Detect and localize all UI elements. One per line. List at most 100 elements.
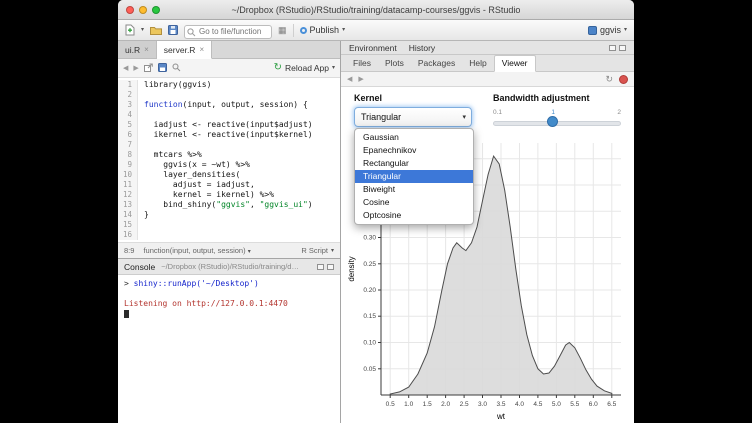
zoom-window-button[interactable]: [152, 6, 160, 14]
svg-text:4.0: 4.0: [515, 401, 524, 408]
tab-plots[interactable]: Plots: [378, 56, 411, 71]
svg-text:6.0: 6.0: [589, 401, 598, 408]
svg-text:0.05: 0.05: [363, 366, 376, 373]
console-output: > shiny::runApp('~/Desktop')Listening on…: [124, 279, 334, 309]
tab-packages[interactable]: Packages: [411, 56, 462, 71]
line-number: 6: [118, 130, 138, 140]
right-column: Environment History Files Plots Packages…: [341, 41, 634, 423]
line-number: 4: [118, 110, 138, 120]
tab-history[interactable]: History: [409, 43, 435, 53]
code-line: 9 ggvis(x = ~wt) %>%: [118, 160, 340, 170]
console-tab[interactable]: Console: [124, 262, 155, 272]
line-number: 7: [118, 140, 138, 150]
line-number: 8: [118, 150, 138, 160]
console-pane-buttons: [317, 264, 334, 270]
svg-text:density: density: [347, 256, 356, 281]
code-line: 10 layer_densities(: [118, 170, 340, 180]
minimize-pane-icon[interactable]: [317, 264, 324, 270]
reload-app-label: Reload App: [285, 63, 329, 73]
code-line: 14}: [118, 210, 340, 220]
maximize-pane-icon[interactable]: [327, 264, 334, 270]
new-file-caret-icon[interactable]: ▾: [141, 27, 144, 33]
new-file-button[interactable]: [125, 23, 135, 37]
console-working-directory: ~/Dropbox (RStudio)/RStudio/training/dat…: [161, 262, 301, 271]
console-body[interactable]: > shiny::runApp('~/Desktop')Listening on…: [118, 275, 340, 423]
traffic-lights: [126, 6, 160, 14]
viewer-back-icon[interactable]: ◀: [347, 75, 352, 83]
project-menu-button[interactable]: ggvis ▾: [588, 25, 627, 35]
dropdown-option[interactable]: Cosine: [355, 196, 473, 209]
slider-value-label: 1: [551, 109, 555, 116]
close-tab-icon[interactable]: ×: [199, 45, 204, 54]
minimize-window-button[interactable]: [139, 6, 147, 14]
source-editor-pane: ui.R × server.R × ◀ ▶: [118, 41, 340, 259]
code-line: 8 mtcars %>%: [118, 150, 340, 160]
dropdown-option[interactable]: Epanechnikov: [355, 144, 473, 157]
line-number: 2: [118, 90, 138, 100]
scope-caret-icon: ▾: [248, 249, 251, 255]
publish-caret-icon: ▾: [342, 27, 345, 33]
refresh-icon[interactable]: ↻: [605, 75, 613, 84]
close-window-button[interactable]: [126, 6, 134, 14]
publish-icon: [300, 27, 307, 34]
svg-text:2.5: 2.5: [460, 401, 469, 408]
dropdown-option[interactable]: Optcosine: [355, 209, 473, 222]
reload-caret-icon: ▾: [332, 65, 335, 71]
tab-help[interactable]: Help: [462, 56, 493, 71]
dropdown-option[interactable]: Gaussian: [355, 131, 473, 144]
kernel-select[interactable]: Triangular ▾: [354, 107, 472, 127]
console-line: Listening on http://127.0.0.1:4470: [124, 299, 334, 309]
pane-buttons: [609, 45, 626, 51]
tab-viewer[interactable]: Viewer: [494, 55, 536, 72]
line-number: 14: [118, 210, 138, 220]
minimize-pane-icon[interactable]: [609, 45, 616, 51]
folder-icon: [150, 26, 162, 35]
popout-source-button[interactable]: [144, 63, 153, 74]
console-input-line[interactable]: [124, 309, 334, 321]
bandwidth-label: Bandwidth adjustment: [493, 93, 590, 103]
save-button[interactable]: [168, 23, 178, 37]
code-editor[interactable]: 1library(ggvis)23function(input, output,…: [118, 78, 340, 242]
svg-text:2.0: 2.0: [441, 401, 450, 408]
project-label: ggvis: [600, 25, 621, 35]
code-line: 6 ikernel <- reactive(input$kernel): [118, 130, 340, 140]
stop-app-button[interactable]: [619, 75, 628, 84]
left-column: ui.R × server.R × ◀ ▶: [118, 41, 341, 423]
tab-label: server.R: [164, 45, 196, 55]
line-number: 16: [118, 230, 138, 240]
goto-file-input[interactable]: [184, 25, 272, 39]
viewer-forward-icon[interactable]: ▶: [358, 75, 363, 83]
addins-button[interactable]: ▦: [278, 23, 287, 37]
tab-environment[interactable]: Environment: [349, 43, 397, 53]
dropdown-option[interactable]: Rectangular: [355, 157, 473, 170]
cursor-position: 8:9: [124, 246, 134, 255]
dropdown-option[interactable]: Triangular: [355, 170, 473, 183]
forward-icon[interactable]: ▶: [133, 64, 138, 72]
dropdown-option[interactable]: Biweight: [355, 183, 473, 196]
close-tab-icon[interactable]: ×: [144, 45, 149, 54]
find-in-file-button[interactable]: [172, 63, 181, 74]
tab-server-r[interactable]: server.R ×: [157, 41, 212, 59]
back-icon[interactable]: ◀: [123, 64, 128, 72]
svg-text:1.0: 1.0: [404, 401, 413, 408]
reload-app-button[interactable]: ↻ Reload App ▾: [274, 63, 335, 73]
title-bar: ~/Dropbox (RStudio)/RStudio/training/dat…: [118, 0, 634, 20]
bandwidth-slider[interactable]: 0.1 2 1: [493, 111, 621, 137]
scope-selector[interactable]: function(input, output, session) ▾: [143, 246, 250, 255]
open-file-button[interactable]: [150, 23, 162, 37]
publish-label: Publish: [310, 25, 340, 35]
svg-text:0.20: 0.20: [363, 287, 376, 294]
line-number: 9: [118, 160, 138, 170]
screen: ~/Dropbox (RStudio)/RStudio/training/dat…: [0, 0, 752, 423]
file-type-label: R Script: [301, 246, 328, 255]
file-type-selector[interactable]: R Script ▾: [301, 246, 334, 255]
tab-files[interactable]: Files: [346, 56, 378, 71]
maximize-pane-icon[interactable]: [619, 45, 626, 51]
editor-tabstrip: ui.R × server.R ×: [118, 41, 340, 59]
save-source-button[interactable]: [158, 63, 167, 74]
tab-ui-r[interactable]: ui.R ×: [118, 41, 157, 58]
rstudio-window: ~/Dropbox (RStudio)/RStudio/training/dat…: [118, 0, 634, 423]
svg-text:0.30: 0.30: [363, 235, 376, 242]
publish-button[interactable]: Publish ▾: [300, 25, 346, 35]
svg-text:0.10: 0.10: [363, 340, 376, 347]
